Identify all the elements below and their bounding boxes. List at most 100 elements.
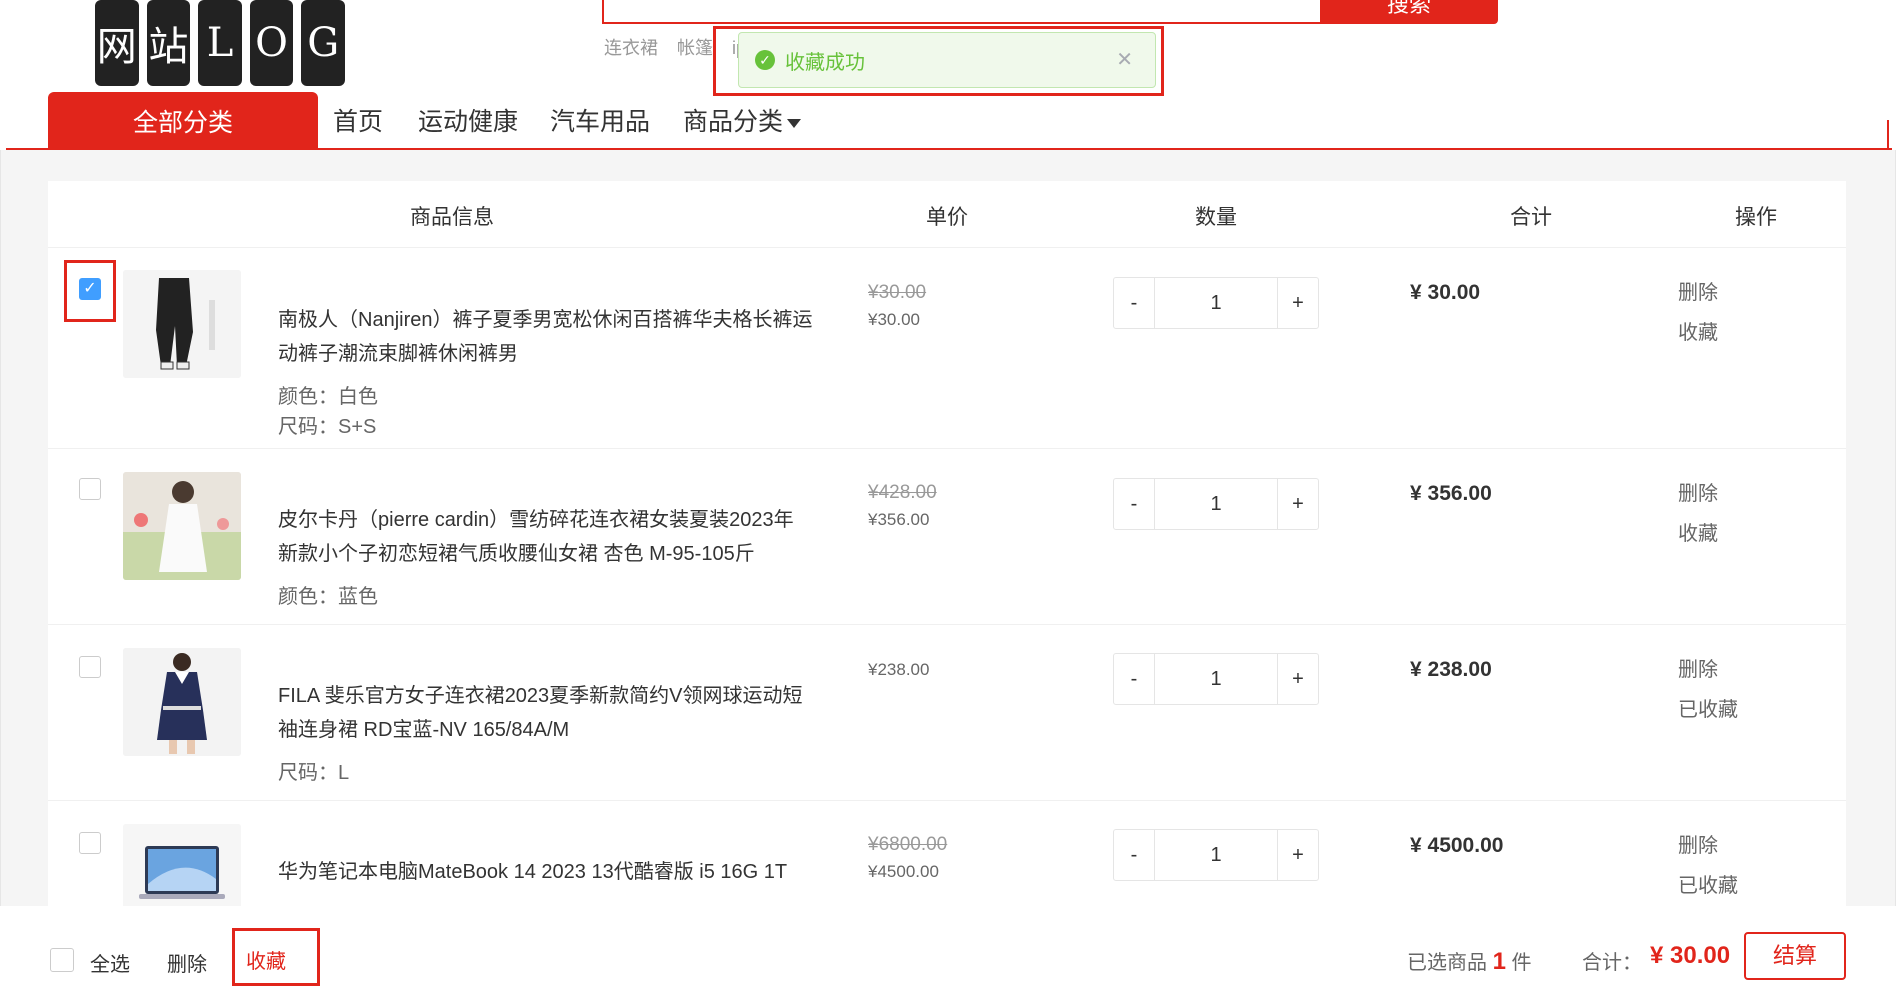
increase-button[interactable]: + — [1278, 654, 1318, 704]
unit-price: ¥356.00 — [868, 510, 930, 529]
product-name-line: FILA 斐乐官方女子连衣裙2023夏季新款简约V领网球运动短 — [278, 685, 803, 707]
quantity-input[interactable]: 1 — [1154, 654, 1278, 704]
attr-size: 尺码：L — [278, 762, 350, 784]
selected-count-text: 已选商品 1 件 — [1407, 946, 1531, 976]
original-price: ¥30.00 — [868, 282, 927, 303]
product-name-line: 南极人（Nanjiren）裤子夏季男宽松休闲百搭裤华夫格长裤运 — [278, 309, 813, 331]
row-subtotal: ¥ 238.00 — [1410, 658, 1492, 681]
table-row: 皮尔卡丹（pierre cardin）雪纺碎花连衣裙女装夏装2023年 新款小个… — [48, 448, 1846, 625]
header-quantity: 数量 — [1195, 206, 1237, 229]
quantity-input[interactable]: 1 — [1154, 479, 1278, 529]
select-all-checkbox[interactable] — [50, 948, 74, 972]
product-name[interactable]: 皮尔卡丹（pierre cardin）雪纺碎花连衣裙女装夏装2023年 新款小个… — [278, 503, 898, 571]
decrease-button[interactable]: - — [1114, 654, 1154, 704]
product-attributes: 颜色：蓝色 — [278, 582, 378, 612]
favorited-label[interactable]: 已收藏 — [1678, 690, 1738, 730]
header-subtotal: 合计 — [1510, 206, 1552, 229]
nav-item-sports[interactable]: 运动健康 — [418, 102, 518, 138]
product-image[interactable] — [123, 270, 241, 378]
nav-item-category-dropdown[interactable]: 商品分类 — [683, 102, 802, 138]
row-actions: 删除 已收藏 — [1678, 650, 1738, 730]
quantity-stepper: - 1 + — [1113, 653, 1319, 705]
product-attributes: 尺码：L — [278, 758, 349, 788]
delete-link[interactable]: 删除 — [1678, 650, 1738, 690]
quantity-stepper: - 1 + — [1113, 277, 1319, 329]
product-name-line: 动裤子潮流束脚裤休闲裤男 — [278, 343, 518, 365]
toast-message: 收藏成功 — [785, 51, 865, 74]
row-checkbox[interactable] — [79, 478, 101, 500]
selected-prefix: 已选商品 — [1407, 952, 1487, 974]
row-checkbox[interactable] — [79, 656, 101, 678]
close-icon[interactable]: ✕ — [1116, 47, 1133, 72]
cart-footer: 全选 删除 收藏 已选商品 1 件 合计： ¥ 30.00 结算 — [0, 906, 1896, 995]
search-button[interactable]: 搜索 — [1320, 0, 1498, 24]
bulk-delete-button[interactable]: 删除 — [167, 948, 207, 977]
product-name-line: 皮尔卡丹（pierre cardin）雪纺碎花连衣裙女装夏装2023年 — [278, 509, 794, 531]
selected-count: 1 — [1492, 948, 1506, 975]
row-subtotal: ¥ 4500.00 — [1410, 834, 1504, 857]
attr-size: 尺码：S+S — [278, 416, 377, 438]
original-price: ¥428.00 — [868, 482, 937, 503]
product-name[interactable]: 南极人（Nanjiren）裤子夏季男宽松休闲百搭裤华夫格长裤运 动裤子潮流束脚裤… — [278, 303, 898, 371]
product-image[interactable] — [123, 648, 241, 756]
delete-link[interactable]: 删除 — [1678, 273, 1718, 313]
favorite-link[interactable]: 收藏 — [1678, 313, 1718, 353]
favorite-link[interactable]: 收藏 — [1678, 514, 1718, 554]
decrease-button[interactable]: - — [1114, 479, 1154, 529]
select-all-label[interactable]: 全选 — [90, 948, 130, 977]
logo-tile: O — [249, 0, 294, 86]
row-subtotal: ¥ 356.00 — [1410, 482, 1492, 505]
product-attributes: 颜色：白色 尺码：S+S — [278, 382, 378, 442]
nav-item-auto[interactable]: 汽车用品 — [550, 102, 650, 138]
product-image[interactable] — [123, 472, 241, 580]
search-input[interactable] — [602, 0, 1324, 24]
quantity-stepper: - 1 + — [1113, 478, 1319, 530]
header-product-info: 商品信息 — [410, 206, 494, 229]
product-name-line: 新款小个子初恋短裙气质收腰仙女裙 杏色 M-95-105斤 — [278, 543, 755, 565]
total-label: 合计： — [1582, 952, 1642, 974]
product-name[interactable]: 华为笔记本电脑MateBook 14 2023 13代酷睿版 i5 16G 1T — [278, 855, 898, 889]
all-categories-button[interactable]: 全部分类 — [48, 92, 318, 150]
quantity-input[interactable]: 1 — [1154, 830, 1278, 880]
delete-link[interactable]: 删除 — [1678, 826, 1738, 866]
quantity-input[interactable]: 1 — [1154, 278, 1278, 328]
favorited-label[interactable]: 已收藏 — [1678, 866, 1738, 906]
product-name-line: 华为笔记本电脑MateBook 14 2023 13代酷睿版 i5 16G 1T — [278, 861, 788, 883]
checkout-button[interactable]: 结算 — [1744, 932, 1846, 980]
total-amount: ¥ 30.00 — [1650, 942, 1731, 969]
row-actions: 删除 已收藏 — [1678, 826, 1738, 906]
product-name-line: 袖连身裙 RD宝蓝-NV 165/84A/M — [278, 719, 570, 741]
nav-edge-line — [1887, 120, 1889, 150]
bulk-favorite-button[interactable]: 收藏 — [246, 945, 286, 974]
row-checkbox[interactable] — [79, 832, 101, 854]
table-row: FILA 斐乐官方女子连衣裙2023夏季新款简约V领网球运动短 袖连身裙 RD宝… — [48, 624, 1846, 801]
increase-button[interactable]: + — [1278, 830, 1318, 880]
logo-tile: G — [301, 0, 345, 86]
row-checkbox[interactable]: ✓ — [79, 278, 101, 300]
hotword-link[interactable]: 帐篷 — [677, 38, 713, 58]
nav-underline — [6, 148, 1892, 150]
nav-item-home[interactable]: 首页 — [333, 102, 383, 138]
logo-tile: 网 — [95, 0, 139, 86]
main-nav: 全部分类 首页 运动健康 汽车用品 商品分类 — [0, 92, 1896, 150]
hotword-link[interactable]: 连衣裙 — [604, 38, 658, 58]
decrease-button[interactable]: - — [1114, 278, 1154, 328]
attr-color: 颜色：蓝色 — [278, 586, 378, 608]
table-row: ✓ 南极人（Nanjiren）裤子夏季男宽松休闲百搭裤华夫格长裤运 动裤子潮流束… — [48, 248, 1846, 449]
product-image[interactable] — [123, 824, 241, 906]
site-logo[interactable]: 网 站 L O G — [95, 0, 345, 88]
header-actions: 操作 — [1735, 206, 1777, 229]
product-name[interactable]: FILA 斐乐官方女子连衣裙2023夏季新款简约V领网球运动短 袖连身裙 RD宝… — [278, 679, 898, 747]
success-toast: ✓ 收藏成功 ✕ — [738, 32, 1156, 88]
table-header: 商品信息 单价 数量 合计 操作 — [48, 181, 1846, 248]
row-actions: 删除 收藏 — [1678, 273, 1718, 353]
nav-item-category-label: 商品分类 — [683, 108, 784, 136]
quantity-stepper: - 1 + — [1113, 829, 1319, 881]
unit-price: ¥238.00 — [868, 660, 930, 679]
delete-link[interactable]: 删除 — [1678, 474, 1718, 514]
decrease-button[interactable]: - — [1114, 830, 1154, 880]
selected-suffix: 件 — [1511, 952, 1532, 974]
increase-button[interactable]: + — [1278, 479, 1318, 529]
increase-button[interactable]: + — [1278, 278, 1318, 328]
original-price: ¥6800.00 — [868, 834, 948, 855]
